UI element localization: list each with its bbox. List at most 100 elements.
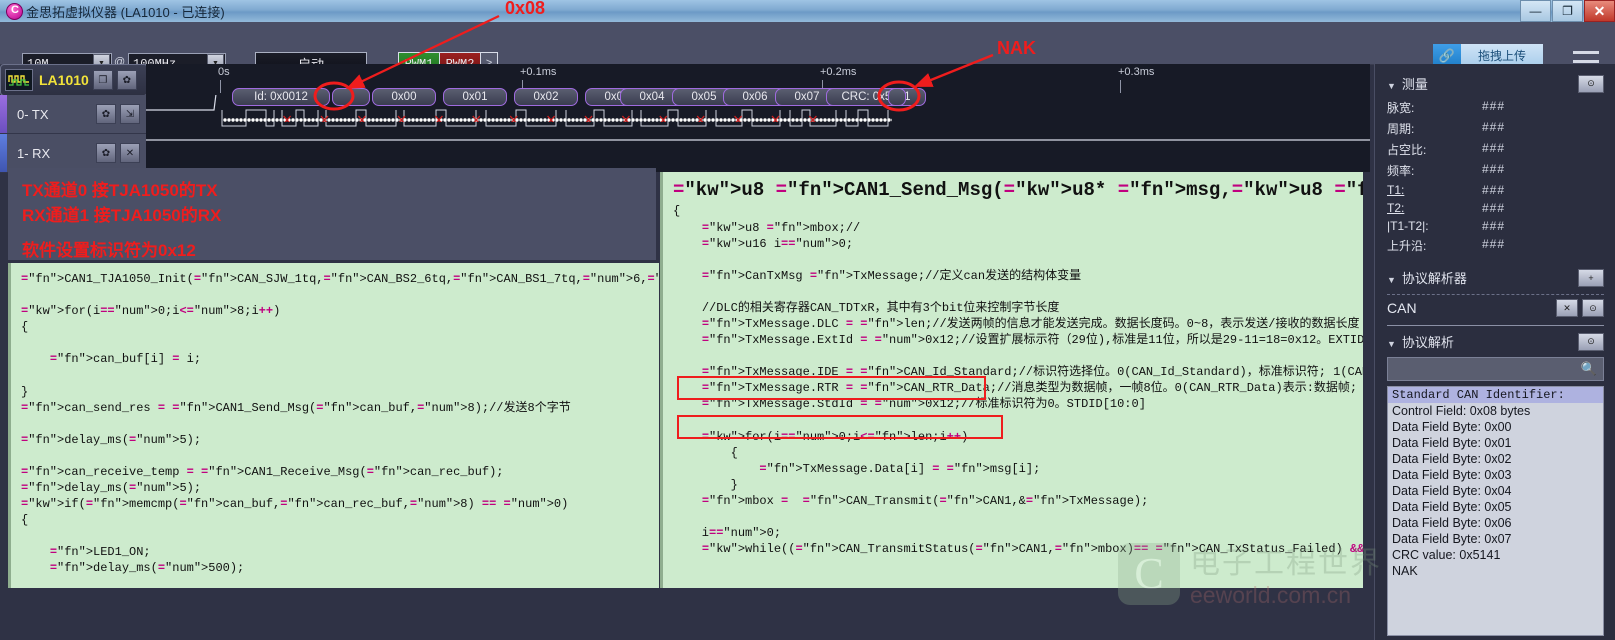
- measure-row: 周期: ###: [1387, 120, 1604, 137]
- ruler-tick-0: 0s: [218, 66, 230, 78]
- device-name: LA1010: [39, 72, 89, 88]
- code-line: ="fn">TxMessage.DLC = ="fn">len;//发送两帧的信…: [701, 317, 1363, 331]
- decode-list-item[interactable]: CRC value: 0x5141: [1388, 547, 1603, 563]
- note-line: 软件设置标识符为0x12: [22, 241, 196, 260]
- measure-settings-icon[interactable]: ⊙: [1578, 74, 1604, 93]
- channel-gear-icon-tx[interactable]: ✿: [96, 104, 116, 124]
- decoded-packet[interactable]: 0x00: [372, 88, 436, 106]
- ruler-tick-1: +0.1ms: [520, 66, 557, 78]
- measure-title-row[interactable]: ▼ 测量: [1387, 74, 1428, 93]
- decode-search-input[interactable]: 🔍: [1387, 357, 1604, 381]
- decode-list-item[interactable]: Data Field Byte: 0x07: [1388, 531, 1603, 547]
- measure-label[interactable]: T2:: [1387, 201, 1482, 215]
- measure-row: 脉宽: ###: [1387, 99, 1604, 116]
- measure-value: ###: [1482, 162, 1506, 176]
- measure-value: ###: [1482, 141, 1506, 155]
- decode-settings-icon[interactable]: ⊙: [1578, 332, 1604, 351]
- maximize-button[interactable]: ❐: [1552, 0, 1583, 22]
- right-sidebar: ▼ 测量 ⊙ 脉宽: ### 周期: ### 占空比: ### 频率: ### T1: ##…: [1374, 64, 1615, 640]
- measure-value: ###: [1482, 120, 1506, 134]
- measure-label: 频率:: [1387, 164, 1415, 178]
- title-bar: 金思拓虚拟仪器 (LA1010 - 已连接) — ❐ ✕: [0, 0, 1615, 23]
- channel-gear-icon-rx[interactable]: ✿: [96, 143, 116, 163]
- decode-list-item[interactable]: Data Field Byte: 0x01: [1388, 435, 1603, 451]
- code-pane-left[interactable]: ="fn">CAN1_TJA1050_Init(="fn">CAN_SJW_1t…: [8, 263, 659, 588]
- decode-list-item[interactable]: Standard CAN Identifier:: [1388, 387, 1603, 403]
- search-icon[interactable]: 🔍: [1581, 361, 1597, 377]
- window-controls: — ❐ ✕: [1519, 0, 1615, 22]
- code-line: ="kw">if(="fn">memcmp(="fn">can_buf,="fn…: [21, 497, 569, 512]
- analyzer-gear-icon[interactable]: ⊙: [1582, 299, 1604, 317]
- decoded-packet[interactable]: Id: 0x0012: [232, 88, 330, 106]
- measure-value: ###: [1482, 201, 1506, 215]
- watermark-domain: eeworld.com.cn: [1190, 582, 1352, 608]
- measure-rows: 脉宽: ### 周期: ### 占空比: ### 频率: ### T1: ### T2: #…: [1387, 99, 1604, 254]
- ruler-tick-3: +0.3ms: [1118, 66, 1155, 78]
- analyzer-title-row[interactable]: ▼ 协议解析器: [1387, 268, 1467, 287]
- annotation-nak: NAK: [997, 38, 1036, 58]
- device-bar[interactable]: LA1010 ❐ ✿: [0, 64, 148, 96]
- close-button[interactable]: ✕: [1584, 0, 1615, 22]
- decoded-packet-layer: Id: 0x0012 0x00 0x01 0x02 0x03 0x04 0x05 0x06 0x…: [146, 88, 1370, 106]
- decode-list-item[interactable]: Data Field Byte: 0x05: [1388, 499, 1603, 515]
- decoded-packet[interactable]: 0x02: [514, 88, 578, 106]
- code-line: ="fn">can_receive_temp = ="fn">CAN1_Rece…: [21, 464, 504, 479]
- add-analyzer-button[interactable]: +: [1578, 268, 1604, 287]
- decoded-packet[interactable]: CRC: 0x5141: [826, 88, 926, 106]
- note-line: TX通道0 接TJA1050的TX: [22, 181, 218, 200]
- measure-value: ###: [1482, 99, 1506, 113]
- code-line: ="fn">LED1_ON;: [49, 545, 151, 560]
- measure-row: |T1-T2|: ###: [1387, 219, 1604, 233]
- analyzer-section: ▼ 协议解析器 + CAN ✕ ⊙: [1387, 268, 1604, 326]
- decoded-packet[interactable]: [332, 88, 370, 106]
- channel-action-icon-tx[interactable]: ⇲: [120, 104, 140, 124]
- measure-value: ###: [1482, 237, 1506, 251]
- code-line: ="kw">u8 ="fn">mbox;//: [701, 220, 861, 235]
- decoded-packet[interactable]: 0x01: [443, 88, 507, 106]
- device-window-button[interactable]: ❐: [92, 70, 113, 90]
- chevron-down-icon[interactable]: ▼: [1387, 275, 1396, 285]
- measure-row: 频率: ###: [1387, 162, 1604, 179]
- decode-section: ▼ 协议解析 ⊙: [1387, 332, 1604, 351]
- measure-label[interactable]: T1:: [1387, 183, 1482, 197]
- watermark-brand: 电子工程世界: [1190, 547, 1382, 580]
- decode-title-row[interactable]: ▼ 协议解析: [1387, 332, 1454, 351]
- decode-list-item[interactable]: Control Field: 0x08 bytes: [1388, 403, 1603, 419]
- c-logo-icon: C: [1118, 542, 1180, 605]
- channel-close-icon-rx[interactable]: ✕: [120, 143, 140, 163]
- decode-list-item[interactable]: Data Field Byte: 0x02: [1388, 451, 1603, 467]
- channel-color-bar: [0, 95, 7, 133]
- minimize-button[interactable]: —: [1520, 0, 1551, 22]
- decode-list-item[interactable]: Data Field Byte: 0x00: [1388, 419, 1603, 435]
- decode-list-item[interactable]: Data Field Byte: 0x03: [1388, 467, 1603, 483]
- device-gear-icon[interactable]: ✿: [116, 70, 137, 90]
- code-line: {: [21, 320, 29, 335]
- decode-result-list[interactable]: Standard CAN Identifier: Control Field: …: [1387, 386, 1604, 636]
- measure-label: 脉宽:: [1387, 101, 1415, 115]
- analyzer-close-icon[interactable]: ✕: [1556, 299, 1578, 317]
- annotation-0x08: 0x08: [505, 0, 546, 18]
- code-pane-right[interactable]: ="kw">u8 ="fn">CAN1_Send_Msg(="kw">u8* =…: [660, 172, 1363, 588]
- analyzer-title: 协议解析器: [1401, 271, 1467, 286]
- measure-row: T2: ###: [1387, 201, 1604, 215]
- code-line: {: [673, 445, 738, 460]
- chevron-down-icon[interactable]: ▼: [1387, 339, 1396, 349]
- code-line: }: [21, 384, 29, 399]
- decode-list-item[interactable]: NAK: [1388, 563, 1603, 579]
- channel-label-rx: 1- RX: [17, 145, 51, 161]
- decoded-packet[interactable]: [888, 88, 906, 106]
- chevron-down-icon[interactable]: ▼: [1387, 81, 1396, 91]
- decode-list-item[interactable]: Data Field Byte: 0x04: [1388, 483, 1603, 499]
- channel-row-tx[interactable]: 0- TX ✿ ⇲: [0, 95, 146, 134]
- measure-label: 上升沿:: [1387, 239, 1427, 253]
- decode-list-item[interactable]: Data Field Byte: 0x06: [1388, 515, 1603, 531]
- bit-marker-row: [222, 112, 892, 122]
- toolbar: 10M ▼ @ 100MHz ▼ 启动 PWM1 PWM2 > 🔗 拖拽上传: [0, 22, 1615, 75]
- code-line: ="kw">u16 i=="num">0;: [701, 236, 854, 251]
- upload-button-label: 拖拽上传: [1477, 49, 1526, 63]
